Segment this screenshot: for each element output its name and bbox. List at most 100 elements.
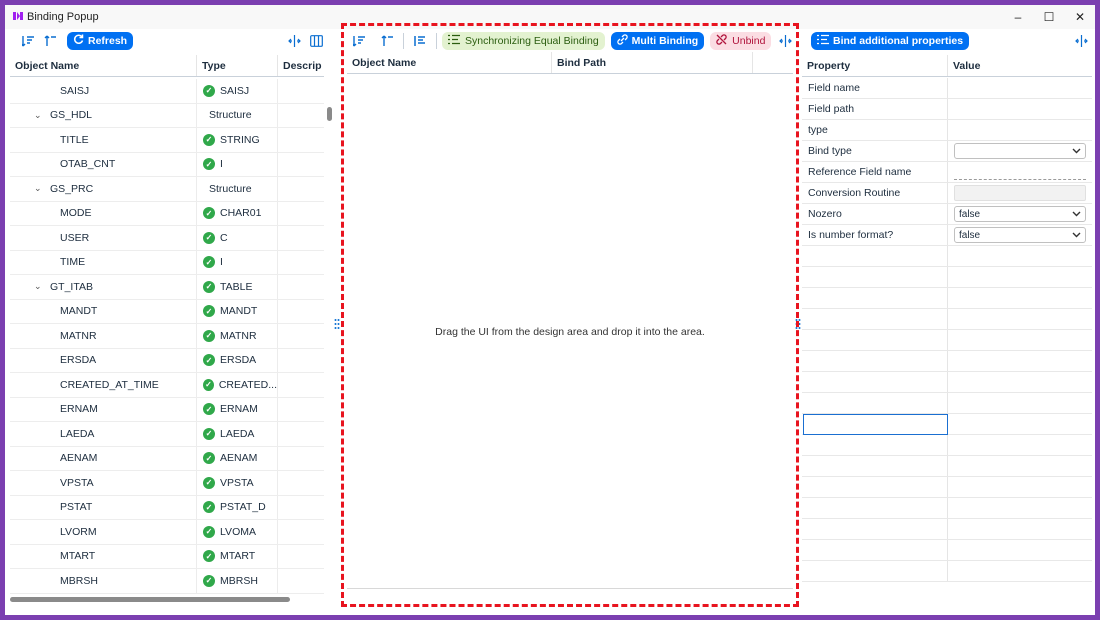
tree-row[interactable]: ⌄ GS_PRC Structure xyxy=(10,177,324,202)
property-value-cell xyxy=(948,99,1092,119)
property-value-cell[interactable]: false xyxy=(948,204,1092,224)
description-cell xyxy=(278,520,324,544)
check-icon: ✓ xyxy=(203,550,215,563)
column-header-object-name[interactable]: Object Name xyxy=(10,55,197,76)
tree-row[interactable]: ⌄ GT_ITAB ✓ TABLE xyxy=(10,275,324,300)
tree-row[interactable]: PSTAT ✓ PSTAT_D xyxy=(10,495,324,520)
sort-descending-icon[interactable] xyxy=(17,31,39,51)
type-cell: Structure xyxy=(197,103,278,127)
check-icon: ✓ xyxy=(203,403,215,416)
object-name-label: VPSTA xyxy=(60,476,94,489)
bind-additional-properties-button[interactable]: Bind additional properties xyxy=(811,32,970,50)
tree-row[interactable]: MANDT ✓ MANDT xyxy=(10,299,324,324)
tree-row[interactable]: ERNAM ✓ ERNAM xyxy=(10,397,324,422)
sort-ascending-icon[interactable] xyxy=(376,31,398,51)
vertical-scrollbar[interactable] xyxy=(327,107,332,121)
column-layout-icon[interactable] xyxy=(305,31,327,51)
sort-descending-icon[interactable] xyxy=(348,31,370,51)
column-header-description[interactable]: Descrip xyxy=(278,55,324,76)
chevron-down-icon[interactable]: ⌄ xyxy=(34,183,46,194)
type-label: ERNAM xyxy=(220,403,258,416)
list-detail-icon[interactable] xyxy=(409,31,431,51)
column-header-value[interactable]: Value xyxy=(948,55,1092,76)
value-dropdown[interactable] xyxy=(954,143,1086,159)
empty-property-row xyxy=(802,330,1092,351)
column-header-bind-path[interactable]: Bind Path xyxy=(552,52,753,73)
property-value-cell xyxy=(948,120,1092,140)
tree-row[interactable]: MATNR ✓ MATNR xyxy=(10,324,324,349)
bind-additional-label: Bind additional properties xyxy=(833,35,964,47)
property-value-cell[interactable]: false xyxy=(948,225,1092,245)
tree-row[interactable]: ERSDA ✓ ERSDA xyxy=(10,348,324,373)
property-value-cell[interactable] xyxy=(948,183,1092,203)
value-dropdown[interactable]: false xyxy=(954,206,1086,222)
object-name-cell: TITLE xyxy=(10,128,197,152)
column-header-object-name[interactable]: Object Name xyxy=(347,52,552,73)
resize-columns-icon[interactable] xyxy=(283,31,305,51)
tree-row[interactable]: MODE ✓ CHAR01 xyxy=(10,201,324,226)
column-header-extra xyxy=(753,52,793,73)
description-cell xyxy=(278,275,324,299)
object-name-cell: USER xyxy=(10,226,197,250)
tree-row[interactable]: AENAM ✓ AENAM xyxy=(10,446,324,471)
maximize-button[interactable]: ☐ xyxy=(1033,7,1065,27)
left-splitter-handle[interactable] xyxy=(334,318,340,330)
object-name-label: GS_HDL xyxy=(50,109,93,122)
tree-row[interactable]: MBRSH ✓ MBRSH xyxy=(10,569,324,594)
chevron-down-icon[interactable]: ⌄ xyxy=(34,281,46,292)
tree-row[interactable]: ⌄ GS_HDL Structure xyxy=(10,103,324,128)
tree-row[interactable]: SAISJ ✓ SAISJ xyxy=(10,79,324,104)
close-button[interactable]: ✕ xyxy=(1064,7,1095,27)
column-header-type[interactable]: Type xyxy=(197,55,278,76)
minimize-button[interactable]: – xyxy=(1002,7,1034,27)
multi-binding-button[interactable]: Multi Binding xyxy=(610,32,705,50)
empty-property-cell xyxy=(802,498,948,518)
property-label: Reference Field name xyxy=(802,162,948,182)
object-name-cell: ⌄ GT_ITAB xyxy=(10,275,197,299)
sort-ascending-icon[interactable] xyxy=(39,31,61,51)
tree-row[interactable]: OTAB_CNT ✓ I xyxy=(10,152,324,177)
type-cell: ✓ VPSTA xyxy=(197,471,278,495)
reference-field-input[interactable] xyxy=(954,164,1086,180)
tree-row[interactable]: TITLE ✓ STRING xyxy=(10,128,324,153)
synchronizing-equal-binding-button[interactable]: Synchronizing Equal Binding xyxy=(442,32,605,50)
check-icon: ✓ xyxy=(203,305,215,318)
object-name-cell: ⌄ GS_HDL xyxy=(10,103,197,127)
resize-columns-icon[interactable] xyxy=(1070,31,1092,51)
tree-row[interactable]: LAEDA ✓ LAEDA xyxy=(10,422,324,447)
empty-value-cell xyxy=(948,540,1092,560)
empty-value-cell xyxy=(948,267,1092,287)
unbind-button[interactable]: Unbind xyxy=(710,32,772,50)
property-value-cell[interactable] xyxy=(948,162,1092,182)
unlink-icon xyxy=(716,34,727,48)
object-name-cell: AENAM xyxy=(10,446,197,470)
conversion-routine-input[interactable] xyxy=(954,185,1086,201)
focused-cell[interactable] xyxy=(803,414,948,435)
refresh-button[interactable]: Refresh xyxy=(67,32,134,50)
horizontal-scrollbar[interactable] xyxy=(10,597,290,602)
object-name-label: PSTAT xyxy=(60,501,93,514)
column-header-property[interactable]: Property xyxy=(802,55,948,76)
tree-row[interactable]: USER ✓ C xyxy=(10,226,324,251)
tree-row[interactable]: CREATED_AT_TIME ✓ CREATED... xyxy=(10,373,324,398)
type-cell: ✓ TABLE xyxy=(197,275,278,299)
property-value-cell[interactable] xyxy=(948,141,1092,161)
right-table-header: Property Value xyxy=(802,55,1092,77)
type-label: CHAR01 xyxy=(220,207,262,220)
description-cell xyxy=(278,226,324,250)
chevron-down-icon[interactable]: ⌄ xyxy=(34,110,46,121)
value-dropdown[interactable]: false xyxy=(954,227,1086,243)
description-cell xyxy=(278,79,324,103)
object-name-label: CREATED_AT_TIME xyxy=(60,378,159,391)
object-name-cell: TIME xyxy=(10,250,197,274)
list-settings-icon xyxy=(817,34,829,48)
empty-value-cell xyxy=(948,309,1092,329)
tree-row[interactable]: VPSTA ✓ VPSTA xyxy=(10,471,324,496)
resize-columns-icon[interactable] xyxy=(774,31,796,51)
tree-row[interactable]: TIME ✓ I xyxy=(10,250,324,275)
tree-row[interactable]: MTART ✓ MTART xyxy=(10,544,324,569)
type-label: Structure xyxy=(209,109,252,122)
unbind-label: Unbind xyxy=(732,35,766,47)
tree-row[interactable]: LVORM ✓ LVOMA xyxy=(10,520,324,545)
description-cell xyxy=(278,104,324,128)
